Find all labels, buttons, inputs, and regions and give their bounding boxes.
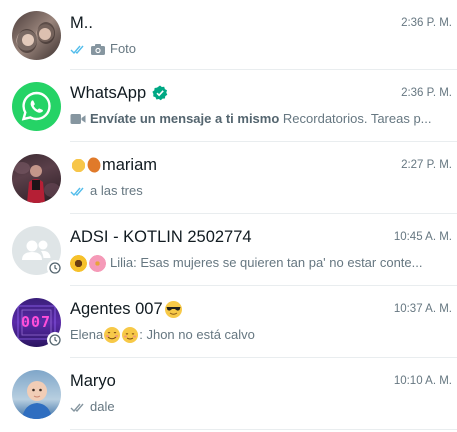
chat-content: M.. 2:36 P. M. Foto	[70, 0, 457, 70]
chat-row-m[interactable]: M.. 2:36 P. M. Foto	[0, 0, 457, 70]
avatar[interactable]	[11, 10, 61, 60]
smiling-emoji-icon	[104, 327, 121, 343]
chat-row-whatsapp[interactable]: WhatsApp 2:36 P. M. Envíate un mensaje a…	[0, 70, 457, 142]
avatar[interactable]	[11, 369, 61, 419]
camera-icon	[91, 43, 105, 55]
chat-preview: Elena : Jhon no está calvo	[70, 326, 443, 344]
chat-content: mariam 2:27 P. M. a las tres	[70, 142, 457, 214]
sunglasses-emoji-icon	[164, 300, 182, 318]
sunflower-emoji-icon	[70, 254, 87, 272]
cherry-blossom-emoji-icon	[89, 254, 106, 272]
chat-row-maryo[interactable]: Maryo 10:10 A. M. dale	[0, 358, 457, 430]
whatsapp-logo-icon	[21, 91, 51, 121]
preview-bold-text: Envíate un mensaje a ti mismo	[90, 111, 280, 126]
preview-sender: Elena	[70, 327, 104, 342]
chat-content: Agentes 007 10:37 A. M. Elena: Jhon no …	[70, 286, 457, 358]
chat-preview: Foto	[70, 40, 443, 58]
avatar-container	[0, 70, 72, 142]
verified-badge-icon	[152, 85, 168, 101]
clock-badge	[47, 260, 63, 276]
chat-name: ADSI - KOTLIN 2502774	[70, 228, 252, 246]
chat-time: 2:36 P. M.	[401, 87, 452, 99]
chat-time: 2:36 P. M.	[401, 17, 452, 29]
double-check-read-icon	[70, 45, 84, 54]
avatar-photo	[21, 380, 52, 419]
flower-emoji-icon	[84, 155, 104, 175]
chat-preview: dale	[70, 398, 443, 416]
video-icon	[70, 114, 86, 124]
chat-time: 10:37 A. M.	[393, 303, 452, 315]
chat-row-adsi-kotlin[interactable]: ADSI - KOTLIN 2502774 10:45 A. M. Lilia:…	[0, 214, 457, 286]
clock-badge	[47, 332, 63, 348]
preview-text: dale	[90, 399, 115, 414]
avatar-container: 007	[0, 286, 72, 358]
avatar-container	[0, 358, 72, 430]
chat-name: Agentes 007	[70, 299, 183, 319]
avatar-photo	[13, 161, 60, 203]
avatar-photo	[16, 21, 55, 53]
preview-text: : Jhon no está calvo	[139, 327, 255, 342]
chat-name-text: WhatsApp	[70, 84, 147, 102]
avatar[interactable]	[11, 81, 61, 131]
chat-row-agentes-007[interactable]: 007 Agentes 007 10:37 A. M. Elena: Jhon…	[0, 286, 457, 358]
hand-emoji-icon	[70, 156, 87, 174]
chat-name: Maryo	[70, 372, 116, 390]
clock-icon	[49, 334, 61, 346]
avatar-container	[0, 214, 72, 286]
avatar[interactable]	[11, 153, 61, 203]
chat-name-text: Agentes 007	[70, 300, 163, 318]
preview-text: Foto	[110, 41, 137, 56]
avatar-container	[0, 0, 72, 71]
chat-content: WhatsApp 2:36 P. M. Envíate un mensaje a…	[70, 70, 457, 142]
chat-preview: Lilia: Esas mujeres se quieren tan pa' n…	[70, 254, 443, 272]
clock-icon	[49, 262, 61, 274]
chat-time: 10:45 A. M.	[393, 231, 452, 243]
avatar-text: 007	[20, 312, 52, 331]
preview-text: a las tres	[90, 183, 143, 198]
chat-time: 10:10 A. M.	[393, 375, 452, 387]
chat-preview: a las tres	[70, 182, 443, 200]
chat-name: M..	[70, 14, 93, 32]
double-check-delivered-icon	[70, 403, 84, 412]
chat-content: Maryo 10:10 A. M. dale	[70, 358, 457, 430]
chat-row-mariam[interactable]: mariam 2:27 P. M. a las tres	[0, 142, 457, 214]
preview-text: Lilia: Esas mujeres se quieren tan pa' n…	[110, 255, 423, 270]
avatar-container	[0, 142, 72, 214]
preview-text: Envíate un mensaje a ti mismo Recordator…	[90, 110, 432, 128]
preview-rest-text: Recordatorios. Tareas p...	[279, 111, 432, 126]
chat-name-text: mariam	[102, 156, 158, 174]
double-check-read-icon	[70, 187, 84, 196]
chat-list: M.. 2:36 P. M. Foto WhatsApp 2:36 P. M. …	[0, 0, 457, 432]
relieved-emoji-icon	[122, 327, 139, 343]
chat-content: ADSI - KOTLIN 2502774 10:45 A. M. Lilia:…	[70, 214, 457, 286]
chat-time: 2:27 P. M.	[401, 159, 452, 171]
chat-name: WhatsApp	[70, 83, 168, 103]
chat-preview: Envíate un mensaje a ti mismo Recordator…	[70, 110, 443, 128]
chat-name: mariam	[70, 155, 157, 175]
